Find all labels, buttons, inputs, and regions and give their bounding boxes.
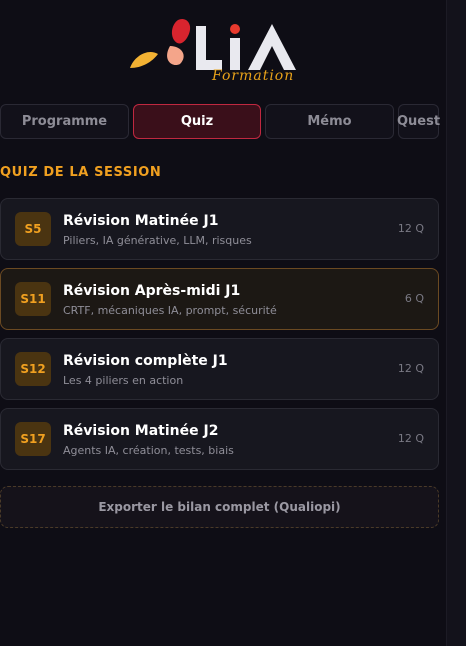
quiz-card[interactable]: S17 Révision Matinée J2 Agents IA, créat… xyxy=(0,408,439,470)
quiz-card[interactable]: S12 Révision complète J1 Les 4 piliers e… xyxy=(0,338,439,400)
tab-bar: Programme Quiz Mémo Quest xyxy=(0,104,440,139)
export-report-button[interactable]: Exporter le bilan complet (Qualiopi) xyxy=(0,486,439,528)
session-badge: S12 xyxy=(15,352,51,386)
scroll-edge xyxy=(446,0,466,646)
session-badge: S5 xyxy=(15,212,51,246)
tab-quest[interactable]: Quest xyxy=(397,104,440,139)
quiz-title: Révision Matinée J1 xyxy=(63,213,219,229)
tab-memo[interactable]: Mémo xyxy=(265,104,394,139)
quiz-subtitle: Agents IA, création, tests, biais xyxy=(63,444,234,457)
question-count: 6 Q xyxy=(404,292,424,305)
quiz-subtitle: Les 4 piliers en action xyxy=(63,374,184,387)
session-badge: S11 xyxy=(15,282,51,316)
logo-mark xyxy=(130,18,296,70)
question-count: 12 Q xyxy=(397,432,424,445)
quiz-title: Révision Après-midi J1 xyxy=(63,283,241,299)
quiz-subtitle: Piliers, IA générative, LLM, risques xyxy=(63,234,252,247)
section-title: QUIZ DE LA SESSION xyxy=(0,165,162,180)
tab-programme[interactable]: Programme xyxy=(0,104,129,139)
session-badge: S17 xyxy=(15,422,51,456)
logo-subtitle: Formation xyxy=(212,68,295,84)
tab-quiz[interactable]: Quiz xyxy=(133,104,261,139)
question-count: 12 Q xyxy=(397,222,424,235)
question-count: 12 Q xyxy=(397,362,424,375)
alia-logo: Formation xyxy=(126,16,316,90)
quiz-card[interactable]: S5 Révision Matinée J1 Piliers, IA génér… xyxy=(0,198,439,260)
quiz-title: Révision complète J1 xyxy=(63,353,228,369)
quiz-title: Révision Matinée J2 xyxy=(63,423,219,439)
quiz-subtitle: CRTF, mécaniques IA, prompt, sécurité xyxy=(63,304,277,317)
quiz-card[interactable]: S11 Révision Après-midi J1 CRTF, mécaniq… xyxy=(0,268,439,330)
